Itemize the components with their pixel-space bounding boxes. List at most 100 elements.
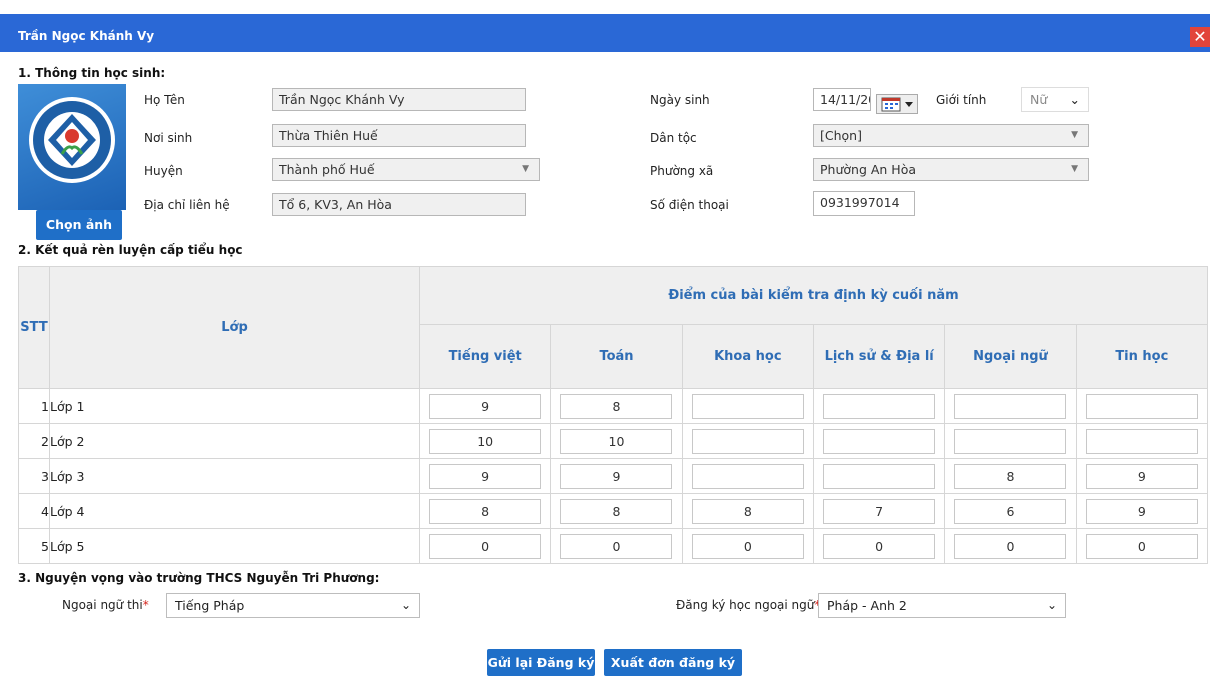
score-input[interactable]	[691, 463, 804, 489]
dialog-title: Trần Ngọc Khánh Vy	[0, 14, 1210, 52]
score-input[interactable]	[823, 393, 936, 419]
header-subject: Lịch sử & Địa lí	[812, 324, 946, 389]
caret-down-icon: ▼	[522, 164, 529, 174]
score-input[interactable]	[691, 428, 804, 454]
top-strip	[0, 0, 1210, 14]
exam-language-value: Tiếng Pháp	[175, 598, 245, 613]
district-select[interactable]: Thành phố Huế ▼	[272, 158, 540, 181]
chevron-down-icon: ⌄	[400, 598, 411, 612]
score-input[interactable]: 0	[823, 533, 936, 559]
table-row: 1 Lớp 1 9 8	[18, 388, 1209, 424]
score-input[interactable]: 9	[429, 393, 542, 419]
district-value: Thành phố Huế	[279, 162, 375, 177]
caret-down-icon: ▼	[1071, 164, 1078, 174]
birthplace-field[interactable]: Thừa Thiên Huế	[272, 124, 526, 147]
ethnicity-select[interactable]: [Chọn] ▼	[813, 124, 1089, 147]
label-birthplace: Nơi sinh	[144, 131, 193, 145]
chevron-down-icon: ⌄	[1046, 598, 1057, 612]
score-input[interactable]: 8	[560, 498, 673, 524]
register-language-label: Đăng ký học ngoại ngữ*	[676, 598, 820, 612]
score-input[interactable]: 6	[954, 498, 1067, 524]
score-input[interactable]	[1085, 428, 1198, 454]
score-input[interactable]	[954, 428, 1067, 454]
gender-value: Nữ	[1030, 92, 1048, 107]
calendar-icon	[881, 97, 913, 112]
grades-table: STT Lớp Điểm của bài kiểm tra định kỳ cu…	[18, 266, 1209, 564]
table-row: 5 Lớp 5 0 0 0 0 0 0	[18, 528, 1209, 564]
header-subject: Tiếng việt	[418, 324, 552, 389]
row-stt: 5	[18, 528, 50, 564]
score-input[interactable]: 8	[429, 498, 542, 524]
resubmit-button[interactable]: Gửi lại Đăng ký	[487, 649, 595, 676]
header-subject: Khoa học	[681, 324, 814, 389]
label-phone: Số điện thoại	[650, 198, 729, 212]
label-dob: Ngày sinh	[650, 93, 710, 107]
score-input[interactable]	[823, 428, 936, 454]
score-input[interactable]	[691, 393, 804, 419]
label-ward: Phường xã	[650, 164, 714, 178]
phone-field[interactable]: 0931997014	[813, 191, 915, 216]
score-input[interactable]	[823, 463, 936, 489]
score-input[interactable]: 0	[954, 533, 1067, 559]
score-input[interactable]: 8	[691, 498, 804, 524]
score-input[interactable]: 9	[429, 463, 542, 489]
row-stt: 4	[18, 493, 50, 529]
exam-language-label-text: Ngoại ngữ thi	[62, 598, 143, 612]
row-class: Lớp 4	[49, 493, 420, 529]
score-input[interactable]: 0	[691, 533, 804, 559]
label-address: Địa chỉ liên hệ	[144, 198, 230, 212]
row-class: Lớp 1	[49, 388, 420, 424]
header-score-group: Điểm của bài kiểm tra định kỳ cuối năm	[419, 266, 1208, 325]
school-logo-icon	[29, 97, 115, 183]
label-name: Họ Tên	[144, 93, 185, 107]
score-input[interactable]: 0	[560, 533, 673, 559]
calendar-button[interactable]	[876, 94, 918, 114]
row-class: Lớp 2	[49, 423, 420, 459]
name-field[interactable]: Trần Ngọc Khánh Vy	[272, 88, 526, 111]
label-district: Huyện	[144, 164, 183, 178]
score-input[interactable]: 9	[1085, 498, 1198, 524]
address-field[interactable]: Tổ 6, KV3, An Hòa	[272, 193, 526, 216]
header-subject: Tin học	[1075, 324, 1209, 389]
export-form-button[interactable]: Xuất đơn đăng ký	[604, 649, 742, 676]
score-input[interactable]: 8	[954, 463, 1067, 489]
score-input[interactable]	[954, 393, 1067, 419]
ethnicity-value: [Chọn]	[820, 128, 862, 143]
score-input[interactable]: 7	[823, 498, 936, 524]
section3-title: 3. Nguyện vọng vào trường THCS Nguyễn Tr…	[18, 571, 380, 585]
register-language-value: Pháp - Anh 2	[827, 598, 907, 613]
chevron-down-icon: ⌄	[1069, 92, 1080, 107]
register-language-label-text: Đăng ký học ngoại ngữ	[676, 598, 815, 612]
score-input[interactable]	[1085, 393, 1198, 419]
ward-value: Phường An Hòa	[820, 162, 917, 177]
label-ethnicity: Dân tộc	[650, 131, 697, 145]
exam-language-select[interactable]: Tiếng Pháp ⌄	[166, 593, 420, 618]
score-input[interactable]: 10	[429, 428, 542, 454]
row-stt: 3	[18, 458, 50, 494]
caret-down-icon: ▼	[1071, 130, 1078, 140]
label-gender: Giới tính	[936, 93, 987, 107]
register-language-select[interactable]: Pháp - Anh 2 ⌄	[818, 593, 1066, 618]
header-stt: STT	[18, 266, 50, 389]
close-button[interactable]: ✕	[1190, 27, 1210, 47]
score-input[interactable]: 9	[1085, 463, 1198, 489]
header-subject: Ngoại ngữ	[944, 324, 1077, 389]
score-input[interactable]: 0	[1085, 533, 1198, 559]
required-mark: *	[142, 598, 149, 612]
score-input[interactable]: 9	[560, 463, 673, 489]
score-input[interactable]: 10	[560, 428, 673, 454]
gender-select[interactable]: Nữ ⌄	[1021, 87, 1089, 112]
table-row: 2 Lớp 2 10 10	[18, 423, 1209, 459]
student-photo	[18, 84, 126, 210]
ward-select[interactable]: Phường An Hòa ▼	[813, 158, 1089, 181]
row-stt: 1	[18, 388, 50, 424]
table-row: 3 Lớp 3 9 9 8 9	[18, 458, 1209, 494]
row-class: Lớp 5	[49, 528, 420, 564]
choose-photo-button[interactable]: Chọn ảnh	[36, 210, 122, 240]
row-stt: 2	[18, 423, 50, 459]
header-class: Lớp	[49, 266, 420, 389]
score-input[interactable]: 8	[560, 393, 673, 419]
score-input[interactable]: 0	[429, 533, 542, 559]
dob-field[interactable]: 14/11/2011	[813, 88, 871, 111]
section1-title: 1. Thông tin học sinh:	[18, 66, 166, 80]
